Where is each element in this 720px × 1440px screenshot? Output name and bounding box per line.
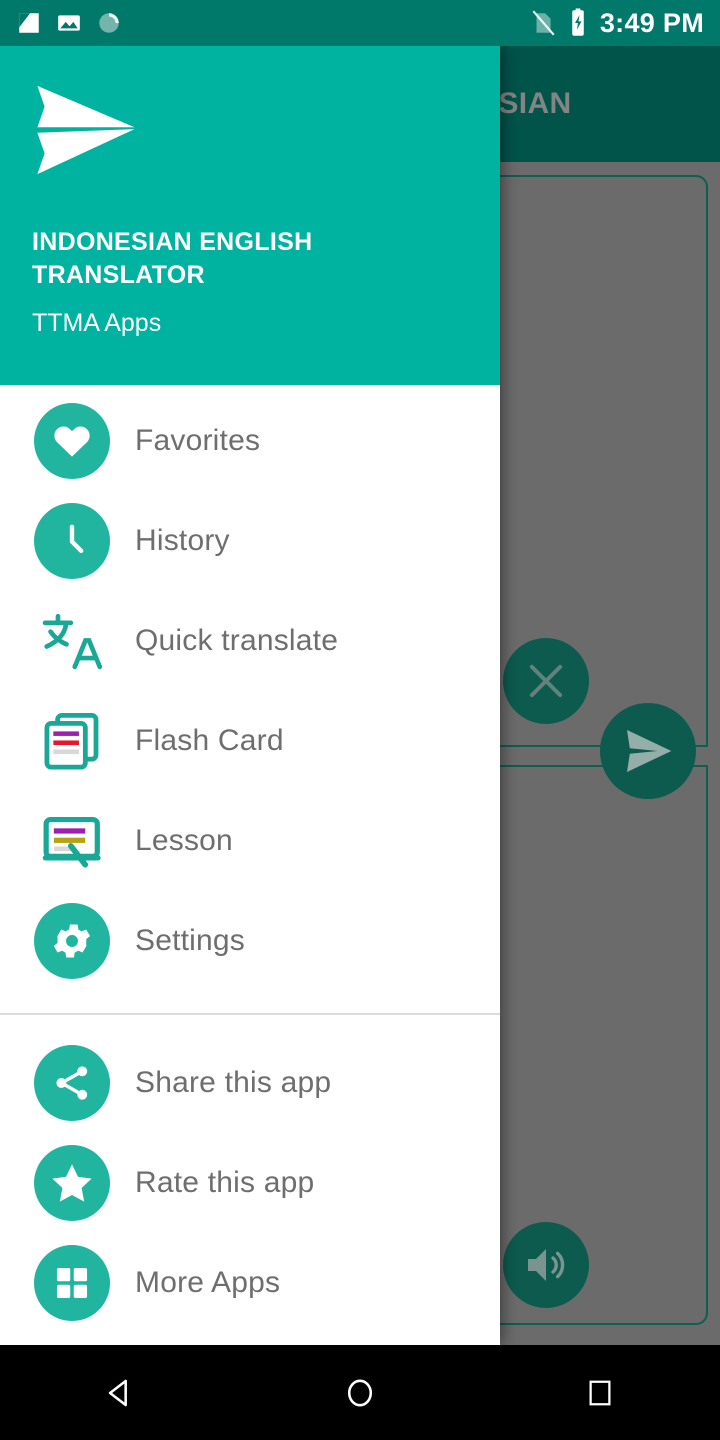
drawer-item-share-this-app[interactable]: Share this app (0, 1033, 500, 1133)
share-icon (32, 1043, 112, 1123)
drawer-item-rate-this-app[interactable]: Rate this app (0, 1133, 500, 1233)
navigation-drawer[interactable]: INDONESIAN ENGLISH TRANSLATOR TTMA Apps … (0, 46, 500, 1345)
screenshot-icon (19, 13, 39, 33)
drawer-item-more-apps[interactable]: More Apps (0, 1233, 500, 1333)
drawer-item-flash-card[interactable]: Flash Card (0, 691, 500, 791)
no-sim-icon (532, 10, 555, 36)
gear-icon (32, 901, 112, 981)
drawer-item-lesson[interactable]: Lesson (0, 791, 500, 891)
drawer-menu: Favorites History Quick translate Flash … (0, 385, 500, 1333)
recents-button[interactable] (540, 1345, 660, 1440)
send-button[interactable] (600, 703, 696, 799)
status-bar-system-icons: 3:49 PM (530, 8, 704, 39)
drawer-item-label: Settings (135, 924, 245, 957)
drawer-item-label: Share this app (135, 1066, 332, 1099)
back-triangle-icon (108, 1379, 127, 1406)
drawer-item-quick-translate[interactable]: Quick translate (0, 591, 500, 691)
status-bar-clock: 3:49 PM (599, 7, 704, 38)
drawer-item-label: Flash Card (135, 724, 284, 757)
sync-spinner-icon (99, 13, 119, 33)
drawer-app-title: INDONESIAN ENGLISH TRANSLATOR (32, 228, 313, 289)
back-button[interactable] (60, 1345, 180, 1440)
speaker-button[interactable] (503, 1222, 589, 1308)
translate-icon (32, 601, 112, 681)
drawer-item-settings[interactable]: Settings (0, 891, 500, 991)
home-circle-icon (347, 1379, 373, 1406)
recents-square-icon (589, 1380, 611, 1405)
clear-button[interactable] (503, 638, 589, 724)
home-button[interactable] (300, 1345, 420, 1440)
android-navigation-bar (0, 1345, 720, 1440)
close-x-icon (524, 659, 568, 703)
send-paper-plane-icon (627, 730, 672, 772)
flash-card-icon (32, 701, 112, 781)
heart-icon (32, 401, 112, 481)
drawer-item-label: Lesson (135, 824, 233, 857)
battery-charging-icon (572, 8, 584, 36)
drawer-divider (0, 1013, 500, 1015)
grid-apps-icon (32, 1243, 112, 1323)
image-icon (58, 15, 80, 31)
drawer-item-label: Favorites (135, 424, 261, 457)
drawer-item-history[interactable]: History (0, 491, 500, 591)
speaker-icon (528, 1249, 565, 1281)
drawer-item-favorites[interactable]: Favorites (0, 391, 500, 491)
drawer-item-label: Quick translate (135, 624, 339, 657)
drawer-item-label: Rate this app (135, 1166, 315, 1199)
status-bar: 3:49 PM (0, 0, 720, 46)
paper-plane-logo (37, 85, 135, 175)
drawer-item-label: History (135, 524, 230, 557)
status-bar-notification-icons (16, 10, 122, 36)
drawer-header: INDONESIAN ENGLISH TRANSLATOR TTMA Apps (0, 46, 500, 385)
lesson-board-icon (32, 801, 112, 881)
drawer-item-label: More Apps (135, 1266, 281, 1299)
clock-icon (32, 501, 112, 581)
star-icon (32, 1143, 112, 1223)
drawer-app-subtitle: TTMA Apps (32, 309, 162, 337)
